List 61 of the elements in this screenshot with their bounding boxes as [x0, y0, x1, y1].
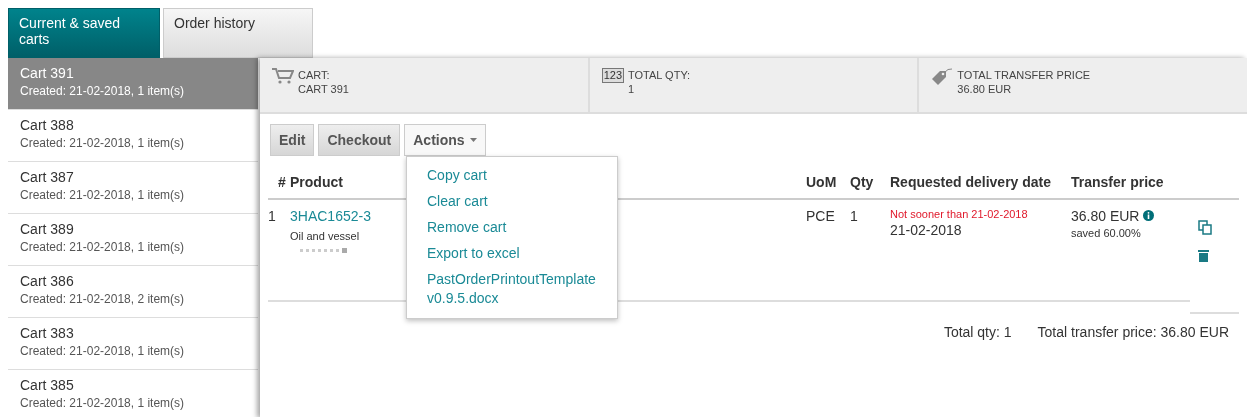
cart-list-item[interactable]: Cart 388 Created: 21-02-2018, 1 item(s) [8, 110, 258, 162]
actions-button[interactable]: Actions [404, 124, 486, 156]
summary-value: 1 [628, 82, 636, 96]
summary-label: TOTAL TRANSFER PRICE [957, 68, 1091, 82]
price-tag-icon [931, 68, 954, 86]
cart-name: Cart 389 [20, 221, 75, 237]
tab[interactable]: Current & saved carts [8, 8, 160, 58]
cart-icon [272, 68, 294, 84]
cart-list-item[interactable]: Cart 386 Created: 21-02-2018, 2 item(s) [8, 266, 258, 318]
cart-name: Cart 386 [20, 273, 75, 289]
cart-name: Cart 391 [20, 65, 75, 81]
trash-icon[interactable] [1198, 249, 1209, 262]
price-cell: 36.80 EUR [1071, 208, 1140, 224]
total-transfer-price: Total transfer price: 36.80 EUR [1037, 324, 1229, 340]
cart-name: Cart 385 [20, 377, 75, 393]
cart-list-item[interactable]: Cart 387 Created: 21-02-2018, 1 item(s) [8, 162, 258, 214]
summary-label: TOTAL QTY: [628, 68, 691, 82]
toolbar-button[interactable]: Edit [270, 124, 315, 156]
qty-cell: 1 [850, 208, 858, 224]
cart-list-item[interactable]: Cart 385 Created: 21-02-2018, 1 item(s) [8, 370, 258, 417]
column-header: Transfer price [1071, 166, 1190, 200]
copy-icon[interactable] [1198, 220, 1212, 235]
info-icon[interactable] [1143, 210, 1155, 221]
summary-value: CART 391 [298, 82, 349, 96]
tab[interactable]: Order history [163, 8, 313, 58]
menu-item[interactable]: Remove cart [407, 215, 617, 241]
cart-name: Cart 388 [20, 117, 75, 133]
cart-info: Created: 21-02-2018, 1 item(s) [20, 344, 186, 358]
cart-info: Created: 21-02-2018, 1 item(s) [20, 240, 186, 254]
cart-info: Created: 21-02-2018, 1 item(s) [20, 84, 186, 98]
cart-list-item[interactable]: Cart 383 Created: 21-02-2018, 1 item(s) [8, 318, 258, 370]
product-description: Oil and vessel [290, 230, 361, 242]
cart-list-item[interactable]: Cart 389 Created: 21-02-2018, 1 item(s) [8, 214, 258, 266]
column-header: UoM [806, 166, 850, 200]
column-header: Qty [850, 166, 890, 200]
column-header: Requested delivery date [890, 166, 1071, 200]
loading-dots-icon [300, 248, 350, 253]
menu-item[interactable]: Clear cart [407, 189, 617, 215]
qty-icon: 123 [601, 68, 625, 83]
total-qty: Total qty: 1 [943, 324, 1012, 340]
delivery-date: 21-02-2018 [890, 222, 962, 238]
cart-list-item[interactable]: Cart 391 Created: 21-02-2018, 1 item(s) [8, 58, 258, 110]
menu-item[interactable]: Copy cart [407, 163, 617, 189]
cart-name: Cart 387 [20, 169, 75, 185]
cart-name: Cart 383 [20, 325, 75, 341]
cart-info: Created: 21-02-2018, 1 item(s) [20, 136, 186, 150]
column-header: # [268, 166, 290, 200]
row-number: 1 [268, 208, 276, 224]
uom-cell: PCE [806, 208, 835, 224]
menu-item[interactable]: PastOrderPrintoutTemplate v0.9.5.docx [407, 267, 617, 312]
cart-info: Created: 21-02-2018, 2 item(s) [20, 292, 186, 306]
product-link[interactable]: 3HAC1652-3 [290, 208, 371, 224]
toolbar-button[interactable]: Checkout [318, 124, 401, 156]
saved-percent: saved 60.00% [1071, 227, 1142, 239]
caret-icon [469, 138, 477, 142]
delivery-note: Not sooner than 21-02-2018 [890, 208, 1029, 220]
menu-item[interactable]: Export to excel [407, 241, 617, 267]
cart-info: Created: 21-02-2018, 1 item(s) [20, 188, 186, 202]
summary-label: CART: [298, 68, 331, 82]
summary-value: 36.80 EUR [957, 82, 1013, 96]
cart-info: Created: 21-02-2018, 1 item(s) [20, 396, 186, 410]
